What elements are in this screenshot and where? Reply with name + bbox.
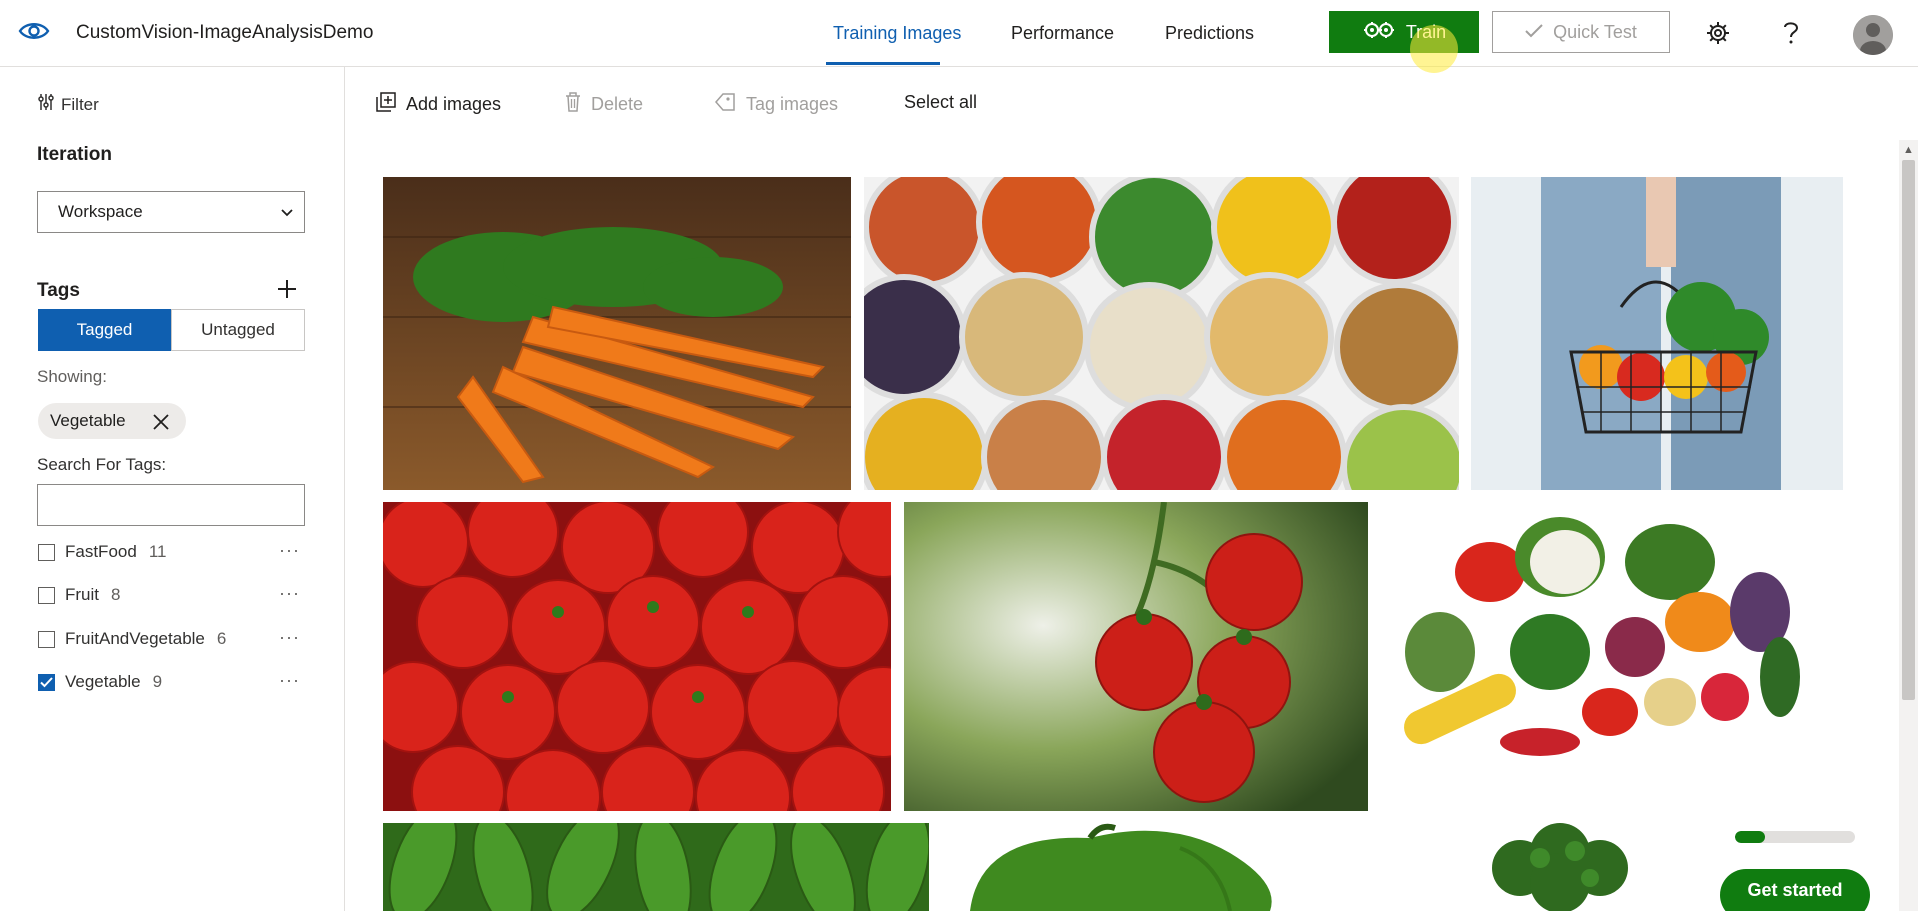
close-icon[interactable] <box>152 413 170 436</box>
tag-name: Vegetable <box>65 672 141 691</box>
add-images-button[interactable]: Add images <box>376 92 501 117</box>
image-thumbnail-green-pepper[interactable] <box>940 823 1390 911</box>
plus-icon[interactable] <box>276 278 298 305</box>
image-thumbnail-snap-peas[interactable] <box>383 823 929 911</box>
quick-test-button[interactable]: Quick Test <box>1492 11 1670 53</box>
iteration-value: Workspace <box>58 202 143 221</box>
trash-icon <box>565 92 581 117</box>
question-icon[interactable] <box>1776 18 1806 48</box>
image-thumbnail-tomatoes-pile[interactable] <box>383 502 891 811</box>
tag-name: FruitAndVegetable <box>65 629 205 648</box>
scroll-up-arrow-icon[interactable]: ▲ <box>1903 144 1914 156</box>
filter-label: Filter <box>61 94 99 114</box>
tags-heading: Tags <box>37 280 80 301</box>
app-header: CustomVision-ImageAnalysisDemo Training … <box>0 0 1918 73</box>
image-thumbnail-tomatoes-vine[interactable] <box>904 502 1368 811</box>
tag-name: FastFood <box>65 542 137 561</box>
active-filter-chip: Vegetable <box>38 403 186 439</box>
tag-row-vegetable[interactable]: Vegetable 9 <box>38 671 162 693</box>
iteration-dropdown[interactable]: Workspace <box>37 191 305 233</box>
tab-training-images[interactable]: Training Images <box>833 23 961 44</box>
tag-name: Fruit <box>65 585 99 604</box>
tab-performance[interactable]: Performance <box>1011 23 1114 44</box>
filter-button[interactable]: Filter <box>37 93 99 116</box>
tag-checkbox[interactable] <box>38 543 55 561</box>
checkmark-icon <box>1525 22 1543 43</box>
get-started-progress <box>1735 831 1855 843</box>
more-options-icon[interactable]: ··· <box>279 583 300 604</box>
add-images-label: Add images <box>406 94 502 114</box>
gear-icon[interactable] <box>1703 18 1733 48</box>
tag-row-fastfood[interactable]: FastFood 11 <box>38 541 166 563</box>
tag-checkbox[interactable] <box>38 586 55 604</box>
scrollbar-thumb[interactable] <box>1902 160 1915 700</box>
tag-images-button[interactable]: Tag images <box>714 92 838 117</box>
search-tags-label: Search For Tags: <box>37 455 167 474</box>
tag-icon <box>714 92 736 117</box>
project-title[interactable]: CustomVision-ImageAnalysisDemo <box>76 22 373 44</box>
select-all-button[interactable]: Select all <box>904 92 977 113</box>
tag-count: 9 <box>152 672 163 691</box>
more-options-icon[interactable]: ··· <box>279 627 300 648</box>
image-thumbnail-vegetables-assortment[interactable] <box>1380 502 1843 811</box>
untagged-toggle[interactable]: Untagged <box>171 309 305 351</box>
iteration-heading: Iteration <box>37 144 112 165</box>
image-thumbnail-carrots[interactable] <box>383 177 851 490</box>
tag-row-fruit[interactable]: Fruit 8 <box>38 584 120 606</box>
delete-label: Delete <box>591 94 644 114</box>
more-options-icon[interactable]: ··· <box>279 540 300 561</box>
tab-predictions[interactable]: Predictions <box>1165 23 1254 44</box>
tag-images-label: Tag images <box>746 94 839 114</box>
tag-checkbox-checked[interactable] <box>38 673 55 691</box>
chevron-down-icon <box>280 204 294 224</box>
tagged-toggle[interactable]: Tagged <box>38 309 171 351</box>
progress-fill <box>1735 831 1765 843</box>
chip-label: Vegetable <box>50 411 126 430</box>
image-thumbnail-broccoli[interactable] <box>1460 823 1660 911</box>
get-started-button[interactable]: Get started <box>1720 869 1870 911</box>
user-avatar-icon[interactable] <box>1853 15 1893 55</box>
image-thumbnail-grocery-basket[interactable] <box>1471 177 1843 490</box>
filter-sliders-icon <box>37 93 55 116</box>
quick-test-label: Quick Test <box>1553 21 1637 42</box>
tag-count: 11 <box>148 542 167 561</box>
active-tab-indicator <box>826 62 940 65</box>
tag-row-fruitandvegetable[interactable]: FruitAndVegetable 6 <box>38 628 226 650</box>
delete-button[interactable]: Delete <box>565 92 643 117</box>
filter-sidebar: Filter Iteration Workspace Tags Tagged U… <box>0 67 345 911</box>
tag-count: 6 <box>216 629 227 648</box>
search-tags-input[interactable] <box>37 484 305 526</box>
tag-count: 8 <box>111 585 121 604</box>
eye-icon[interactable] <box>18 18 50 44</box>
add-image-icon <box>376 92 396 117</box>
gears-icon <box>1362 19 1396 46</box>
image-thumbnail-spice-bowls[interactable] <box>864 177 1459 490</box>
more-options-icon[interactable]: ··· <box>279 670 300 691</box>
showing-label: Showing: <box>37 367 107 386</box>
cursor-highlight <box>1410 25 1458 73</box>
tag-checkbox[interactable] <box>38 630 55 648</box>
